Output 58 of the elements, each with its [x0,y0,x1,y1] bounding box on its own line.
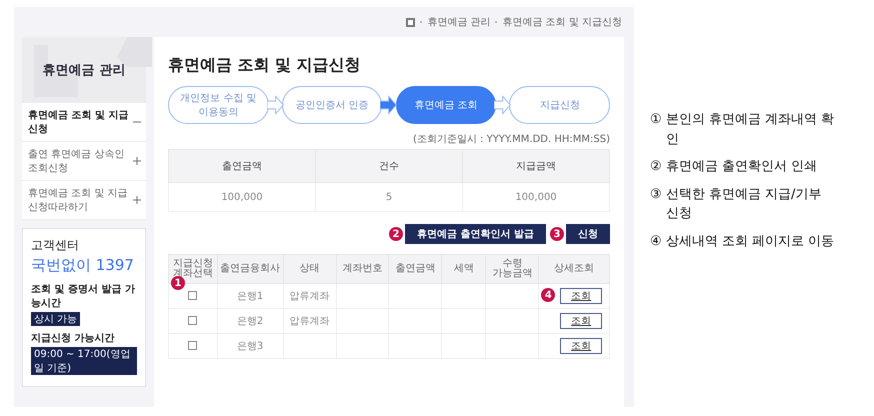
separator-dot [495,21,498,23]
step-pill: 휴면예금 조회 [396,86,496,124]
table-cell: 압류계좌 [290,316,330,327]
column-header: 건수 [316,150,462,182]
page-title: 휴면예금 조회 및 지급신청 [168,55,362,76]
hours-value: 09:00 ~ 17:00(영업일 기준) [31,347,137,375]
customer-center-title: 고객센터 [31,237,79,254]
column-header: 출연금액 [388,254,442,284]
column-header: 세액 [442,254,486,284]
table-cell: 은행3 [236,341,264,352]
table-cell: 100,000 [462,182,610,212]
view-button[interactable]: 조회 [560,288,602,304]
number-badge: 4 [541,288,556,302]
sidebar-item[interactable]: 휴면예금 조회 및 지급신청따라하기 [22,181,146,220]
home-icon[interactable] [406,18,416,26]
sidebar-title: 휴면예금 관리 [42,62,126,79]
note-text: ② 휴면예금 출연확인서 인쇄 [650,158,818,176]
checkbox[interactable] [188,341,198,350]
checkbox[interactable] [188,291,198,300]
note-text: ④ 상세내역 조회 페이지로 이동 [650,232,836,250]
column-header: 상태 [283,254,336,284]
hours-value: 상시 가능 [31,312,80,326]
action-button[interactable]: 신청 [566,224,610,244]
arrow-icon [380,95,398,115]
step-pill: 개인정보 수집 및 이용동의 [168,86,269,124]
step-pill: 지급신청 [509,86,610,124]
table-cell: 은행1 [236,291,264,302]
action-button[interactable]: 휴면예금 출연확인서 발급 [405,224,546,244]
sidebar-item[interactable]: 휴면예금 조회 및 지급신청 [22,103,146,142]
hours-label: 조회 및 증명서 발급 가능시간 [31,283,136,310]
sidebar-item[interactable]: 출연 휴면예금 상속인 조회신청 [22,142,146,181]
timestamp: (조회기준일시 : YYYY.MM.DD. HH:MM:SS) [412,133,610,146]
breadcrumb-link[interactable]: 휴면예금 조회 및 지급신청 [502,15,622,29]
number-badge: 1 [171,276,185,290]
number-badge: 2 [389,227,404,241]
arrow-icon [266,95,284,115]
note-text: ③ 선택한 휴면예금 지급/기부 신청 [650,186,822,223]
view-button[interactable]: 조회 [560,338,602,354]
table-cell: 5 [316,182,462,212]
column-header: 상세조회 [538,254,610,284]
separator-dot [420,21,422,23]
column-header: 출연금융회사 [217,254,284,284]
hours-label: 지급신청 가능시간 [31,332,114,345]
phone-number: 국번없이 1397 [31,256,134,275]
arrow-icon [494,95,512,115]
view-button[interactable]: 조회 [560,313,602,329]
column-header: 출연금액 [168,150,316,182]
step-pill: 공인인증서 인증 [282,86,382,124]
table-cell: 은행2 [236,316,264,327]
note-text: ① 본인의 휴면예금 계좌내역 확인 [650,111,836,148]
column-header: 계좌번호 [336,254,389,284]
breadcrumb-link[interactable]: 휴면예금 관리 [427,15,490,29]
table-cell: 압류계좌 [290,291,330,302]
table-cell: 100,000 [168,182,316,212]
column-header: 지급금액 [462,150,610,182]
checkbox[interactable] [188,316,198,326]
column-header: 수령 가능금액 [486,254,539,284]
number-badge: 3 [550,227,564,241]
